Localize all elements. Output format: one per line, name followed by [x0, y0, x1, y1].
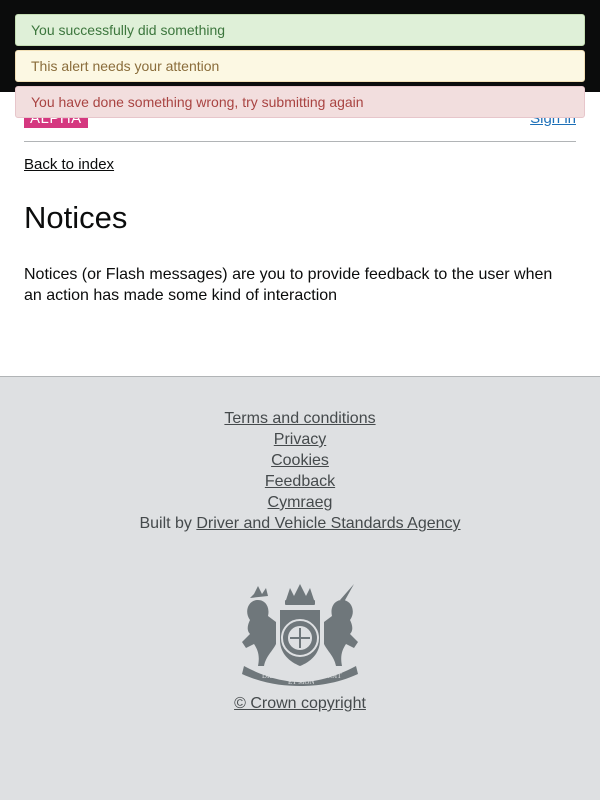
footer-link-cymraeg[interactable]: Cymraeg	[268, 492, 333, 513]
footer-link-feedback[interactable]: Feedback	[265, 471, 335, 492]
dvsa-link[interactable]: Driver and Vehicle Standards Agency	[196, 513, 460, 534]
footer-link-privacy[interactable]: Privacy	[274, 429, 326, 450]
body-text: Notices (or Flash messages) are you to p…	[24, 266, 553, 304]
footer-link-terms[interactable]: Terms and conditions	[224, 408, 375, 429]
footer-links: Terms and conditions Privacy Cookies Fee…	[0, 408, 600, 534]
alerts-stack: You successfully did something This aler…	[15, 14, 585, 122]
back-link[interactable]: Back to index	[24, 156, 114, 173]
page-title: Notices	[24, 200, 128, 235]
success-alert: You successfully did something	[15, 14, 585, 46]
footer: Terms and conditions Privacy Cookies Fee…	[0, 376, 600, 800]
footer-link-cookies[interactable]: Cookies	[271, 450, 329, 471]
crest-motto-left: DIEU	[262, 672, 279, 680]
built-by: Built by Driver and Vehicle Standards Ag…	[0, 513, 600, 534]
crest-motto-middle: ET MON	[288, 678, 315, 686]
built-by-prefix: Built by	[139, 515, 192, 532]
crown-copyright-link[interactable]: © Crown copyright	[0, 695, 600, 713]
crest-motto-right: DROIT	[320, 672, 342, 680]
royal-crest-icon: DIEU ET MON DROIT	[242, 584, 358, 686]
danger-alert: You have done something wrong, try submi…	[15, 86, 585, 118]
warning-alert: This alert needs your attention	[15, 50, 585, 82]
